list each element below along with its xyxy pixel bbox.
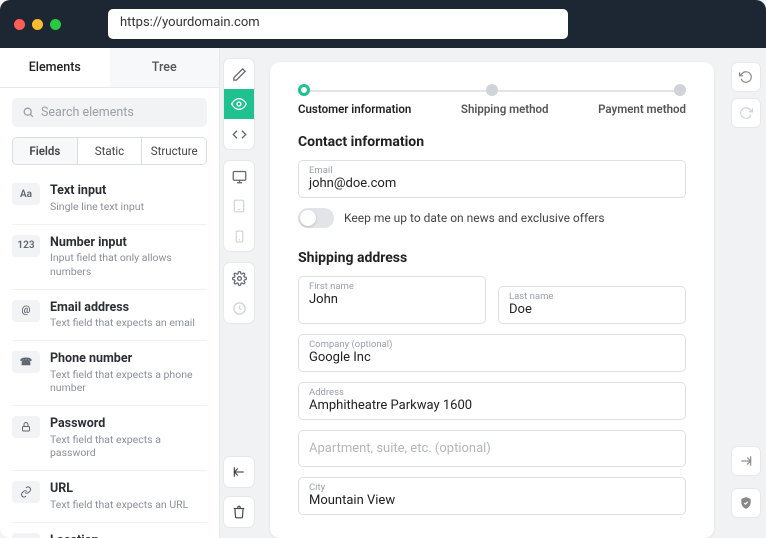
expand-panel-icon[interactable] [731, 446, 761, 476]
mobile-view-icon[interactable] [224, 221, 254, 251]
delete-icon[interactable] [223, 496, 255, 528]
checkout-form: Customer information Shipping method Pay… [270, 62, 714, 538]
apartment-placeholder: Apartment, suite, etc. (optional) [309, 441, 675, 456]
browser-titlebar: https://yourdomain.com [0, 0, 766, 48]
element-text-input[interactable]: Aa Text inputSingle line text input [12, 173, 207, 225]
news-toggle[interactable] [298, 208, 334, 228]
first-name-value: John [309, 292, 475, 307]
window-minimize-icon[interactable] [32, 19, 43, 30]
element-list: Aa Text inputSingle line text input 123 … [0, 173, 219, 538]
element-location[interactable]: LocationGoogle places location input [12, 523, 207, 538]
url-input[interactable]: https://yourdomain.com [108, 9, 568, 39]
window-close-icon[interactable] [14, 19, 25, 30]
last-name-value: Doe [509, 302, 675, 317]
email-value: john@doe.com [309, 176, 675, 191]
settings-tool-icon[interactable] [224, 263, 254, 293]
city-value: Mountain View [309, 493, 675, 508]
element-title: Location [50, 533, 183, 538]
lock-icon [12, 416, 40, 438]
element-password[interactable]: PasswordText field that expects a passwo… [12, 406, 207, 471]
element-desc: Text field that expects a phone number [50, 368, 207, 394]
email-label: Email [309, 165, 675, 176]
edit-tool-icon[interactable] [224, 59, 254, 89]
code-tool-icon[interactable] [224, 119, 254, 149]
verify-icon[interactable] [731, 488, 761, 518]
link-icon [12, 481, 40, 503]
tab-tree[interactable]: Tree [110, 48, 220, 87]
pin-icon [12, 533, 40, 538]
segment-structure[interactable]: Structure [142, 138, 206, 164]
news-toggle-label: Keep me up to date on news and exclusive… [344, 211, 605, 225]
step-dot-3[interactable] [674, 84, 686, 96]
step-dot-2[interactable] [486, 84, 498, 96]
element-desc: Text field that expects a password [50, 433, 207, 459]
segment-fields[interactable]: Fields [13, 138, 78, 164]
email-icon: @ [12, 300, 40, 322]
element-phone[interactable]: ☎ Phone numberText field that expects a … [12, 341, 207, 406]
element-title: Text input [50, 183, 144, 199]
collapse-sidebar-icon[interactable] [223, 456, 255, 488]
address-value: Amphitheatre Parkway 1600 [309, 398, 675, 413]
tool-rail [220, 48, 258, 538]
phone-icon: ☎ [12, 351, 40, 373]
city-label: City [309, 482, 675, 493]
preview-tool-icon[interactable] [224, 89, 254, 119]
element-title: URL [50, 481, 188, 497]
email-field[interactable]: Email john@doe.com [298, 160, 686, 198]
search-input[interactable]: Search elements [12, 98, 207, 127]
company-label: Company (optional) [309, 339, 675, 350]
text-icon: Aa [12, 183, 40, 205]
last-name-field[interactable]: Last name Doe [498, 286, 686, 324]
search-icon [22, 106, 35, 119]
step-label-1: Customer information [298, 102, 411, 116]
element-number-input[interactable]: 123 Number inputInput field that only al… [12, 225, 207, 290]
preview-stage: Customer information Shipping method Pay… [258, 48, 726, 538]
address-field[interactable]: Address Amphitheatre Parkway 1600 [298, 382, 686, 420]
step-label-3: Payment method [598, 102, 686, 116]
element-url[interactable]: URLText field that expects an URL [12, 471, 207, 523]
contact-heading: Contact information [298, 134, 686, 150]
search-placeholder: Search elements [41, 105, 134, 120]
step-label-2: Shipping method [461, 102, 549, 116]
number-icon: 123 [12, 235, 40, 257]
history-tool-icon[interactable] [224, 293, 254, 323]
shipping-heading: Shipping address [298, 250, 686, 266]
last-name-label: Last name [509, 291, 675, 302]
company-value: Google Inc [309, 350, 675, 365]
element-title: Phone number [50, 351, 207, 367]
tablet-view-icon[interactable] [224, 191, 254, 221]
city-field[interactable]: City Mountain View [298, 477, 686, 515]
desktop-view-icon[interactable] [224, 161, 254, 191]
apartment-field[interactable]: Apartment, suite, etc. (optional) [298, 430, 686, 467]
right-rail [726, 48, 766, 538]
checkout-stepper: Customer information Shipping method Pay… [298, 84, 686, 116]
tab-elements[interactable]: Elements [0, 48, 110, 87]
element-desc: Text field that expects an URL [50, 498, 188, 511]
first-name-field[interactable]: First name John [298, 276, 486, 324]
segment-static[interactable]: Static [78, 138, 143, 164]
first-name-label: First name [309, 281, 475, 292]
element-email[interactable]: @ Email addressText field that expects a… [12, 290, 207, 342]
window-zoom-icon[interactable] [50, 19, 61, 30]
company-field[interactable]: Company (optional) Google Inc [298, 334, 686, 372]
element-desc: Text field that expects an email [50, 316, 195, 329]
element-title: Email address [50, 300, 195, 316]
step-dot-1[interactable] [298, 84, 310, 96]
element-title: Number input [50, 235, 207, 251]
element-desc: Single line text input [50, 200, 144, 213]
element-desc: Input field that only allows numbers [50, 251, 207, 277]
redo-icon[interactable] [731, 98, 761, 128]
sidebar-panel: Elements Tree Search elements Fields Sta… [0, 48, 220, 538]
address-label: Address [309, 387, 675, 398]
element-title: Password [50, 416, 207, 432]
undo-icon[interactable] [731, 62, 761, 92]
